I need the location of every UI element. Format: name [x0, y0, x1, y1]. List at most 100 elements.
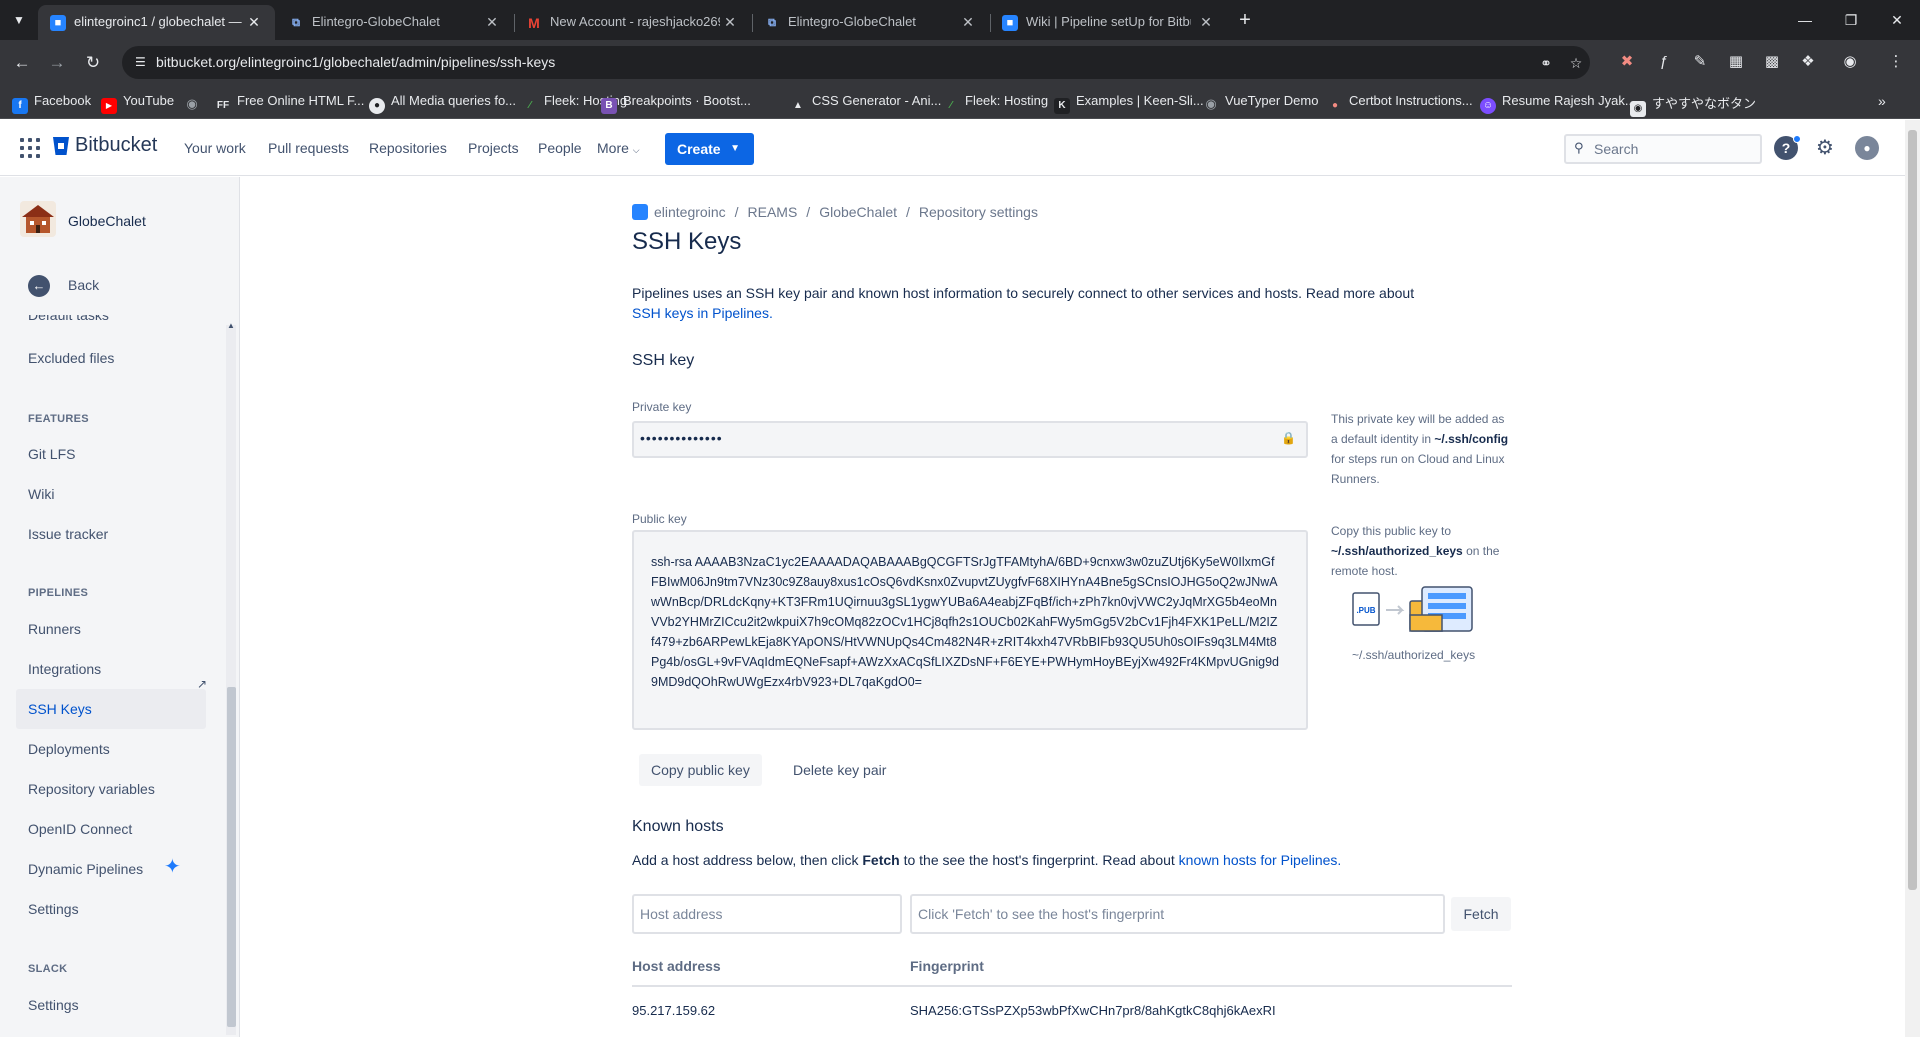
- bookmark-globe[interactable]: ◉: [184, 93, 206, 111]
- bookmark-fleek-hosting-2[interactable]: ⁄ Fleek: Hosting: [943, 93, 1048, 111]
- bookmark-media-queries[interactable]: ● All Media queries fo...: [369, 93, 516, 114]
- nav-your-work[interactable]: Your work: [184, 140, 246, 156]
- nav-people[interactable]: People: [538, 140, 582, 156]
- sidebar-item-openid-connect[interactable]: OpenID Connect: [16, 809, 206, 849]
- bookmark-resume[interactable]: ☺ Resume Rajesh Jyak...: [1480, 93, 1636, 114]
- more-bookmarks-chevron-icon[interactable]: »: [1878, 93, 1886, 111]
- close-window-icon[interactable]: ✕: [1874, 6, 1920, 34]
- breadcrumb-repository[interactable]: GlobeChalet: [819, 204, 897, 220]
- search-input[interactable]: ⚲ Search: [1564, 134, 1762, 164]
- close-tab-icon[interactable]: ✕: [245, 13, 263, 31]
- project-avatar[interactable]: [20, 201, 56, 237]
- tab-search-chevron-icon[interactable]: ▼: [8, 9, 30, 31]
- bookmark-certbot[interactable]: ● Certbot Instructions...: [1327, 93, 1473, 111]
- browser-tab-elintegro-2[interactable]: ⧉ Elintegro-GlobeChalet ✕: [752, 5, 989, 40]
- address-bar[interactable]: ☰ bitbucket.org/elintegroinc1/globechale…: [122, 46, 1590, 79]
- settings-gear-icon[interactable]: ⚙: [1813, 136, 1837, 160]
- bookmark-facebook[interactable]: f Facebook: [12, 93, 91, 114]
- minimize-window-icon[interactable]: —: [1782, 6, 1828, 34]
- restore-window-icon[interactable]: ❐: [1828, 6, 1874, 34]
- create-button[interactable]: Create ▼: [665, 133, 754, 165]
- sidebar-item-dynamic-pipelines[interactable]: Dynamic Pipelines ✦: [16, 849, 206, 889]
- breadcrumb-project[interactable]: REAMS: [748, 204, 798, 220]
- reload-icon[interactable]: ↻: [80, 50, 106, 76]
- app-switcher-grid-icon[interactable]: [20, 138, 40, 158]
- back-arrow-icon[interactable]: ←: [28, 275, 50, 297]
- sidebar-item-integrations[interactable]: Integrations ↗: [16, 649, 207, 691]
- copy-public-key-button[interactable]: Copy public key: [639, 754, 762, 786]
- host-address-input[interactable]: Host address: [632, 894, 902, 934]
- bookmark-free-online-html[interactable]: FF Free Online HTML F...: [215, 93, 365, 111]
- sidebar-item-excluded-files[interactable]: Excluded files: [16, 338, 206, 378]
- sidebar-group-features: FEATURES: [28, 413, 89, 425]
- button-icon: ◉: [1630, 101, 1646, 117]
- product-name[interactable]: Bitbucket: [75, 134, 157, 157]
- sidebar-item-pipeline-settings[interactable]: Settings: [16, 889, 206, 929]
- breadcrumb-repository-settings[interactable]: Repository settings: [919, 204, 1038, 220]
- bookmark-button[interactable]: ◉ すやすやなボタン: [1630, 93, 1756, 117]
- bookmark-css-generator[interactable]: ▲ CSS Generator - Ani...: [790, 93, 941, 111]
- sidebar-item-default-tasks[interactable]: Default tasks: [28, 315, 109, 325]
- extension-pen-icon[interactable]: ✎: [1688, 50, 1712, 74]
- bitbucket-logo-icon[interactable]: [52, 135, 70, 157]
- bookmark-vuetyper[interactable]: ◉ VueTyper Demo: [1203, 93, 1318, 111]
- back-arrow-icon[interactable]: ←: [9, 50, 35, 76]
- nav-more[interactable]: More ⌵: [597, 140, 640, 156]
- browser-tab-bitbucket[interactable]: ■ elintegroinc1 / globechalet — B ✕: [38, 5, 275, 40]
- fingerprint-input[interactable]: Click 'Fetch' to see the host's fingerpr…: [910, 894, 1445, 934]
- sidebar-scrollbar-thumb[interactable]: [227, 687, 236, 1027]
- sidebar-item-runners[interactable]: Runners: [16, 609, 206, 649]
- sidebar-item-wiki[interactable]: Wiki: [16, 474, 206, 514]
- extension-cross-icon[interactable]: ✖: [1615, 50, 1639, 74]
- breadcrumb-workspace[interactable]: elintegroinc: [654, 204, 726, 220]
- nav-repositories[interactable]: Repositories: [369, 140, 447, 156]
- scroll-up-icon[interactable]: ▲: [227, 321, 235, 330]
- sidebar-item-git-lfs[interactable]: Git LFS: [16, 434, 206, 474]
- project-name[interactable]: GlobeChalet: [68, 213, 146, 229]
- fetch-button[interactable]: Fetch: [1451, 897, 1511, 931]
- sidebar-item-issue-tracker[interactable]: Issue tracker: [16, 514, 206, 554]
- extension-qr-icon[interactable]: ▩: [1760, 50, 1784, 74]
- close-tab-icon[interactable]: ✕: [959, 13, 977, 31]
- profile-avatar-icon[interactable]: ◉: [1838, 50, 1862, 74]
- site-info-icon[interactable]: ☰: [135, 54, 151, 70]
- delete-key-pair-button[interactable]: Delete key pair: [781, 754, 898, 786]
- sidebar-item-ssh-keys[interactable]: SSH Keys: [16, 689, 206, 729]
- page-scrollbar-thumb[interactable]: [1908, 130, 1917, 890]
- public-key-field[interactable]: ssh-rsa AAAAB3NzaC1yc2EAAAADAQABAAABgQCG…: [632, 530, 1308, 730]
- back-link[interactable]: Back: [68, 277, 99, 293]
- sidebar-item-repository-variables[interactable]: Repository variables: [16, 769, 206, 809]
- user-avatar[interactable]: ●: [1855, 136, 1879, 160]
- browser-tab-gmail[interactable]: M New Account - rajeshjacko2698 ✕: [514, 5, 751, 40]
- page-scrollbar[interactable]: [1905, 120, 1920, 1037]
- browser-tab-elintegro[interactable]: ⧉ Elintegro-GlobeChalet ✕: [276, 5, 513, 40]
- nav-projects[interactable]: Projects: [468, 140, 519, 156]
- bookmark-star-icon[interactable]: ☆: [1566, 53, 1586, 73]
- bookmark-keen-slider[interactable]: K Examples | Keen-Sli...: [1054, 93, 1204, 114]
- browser-menu-icon[interactable]: ⋮: [1884, 50, 1908, 74]
- column-header-host-address: Host address: [632, 958, 721, 974]
- authorized-keys-illustration: .PUB: [1352, 586, 1473, 632]
- close-tab-icon[interactable]: ✕: [1197, 13, 1215, 31]
- extensions-puzzle-icon[interactable]: ❖: [1796, 50, 1820, 74]
- browser-tab-wiki[interactable]: ■ Wiki | Pipeline setUp for Bitbuck ✕: [990, 5, 1227, 40]
- known-hosts-heading: Known hosts: [632, 818, 724, 835]
- forward-arrow-icon[interactable]: →: [44, 50, 70, 76]
- bookmark-breakpoints[interactable]: B Breakpoints · Bootst...: [601, 93, 751, 114]
- sidebar-item-slack-settings[interactable]: Settings: [16, 985, 206, 1025]
- ssh-keys-docs-link[interactable]: SSH keys in Pipelines.: [632, 305, 773, 321]
- nav-pull-requests[interactable]: Pull requests: [268, 140, 349, 156]
- new-tab-plus-icon[interactable]: +: [1233, 9, 1257, 33]
- extension-grid-icon[interactable]: ▦: [1724, 50, 1748, 74]
- sidebar-item-deployments[interactable]: Deployments: [16, 729, 206, 769]
- close-tab-icon[interactable]: ✕: [721, 13, 739, 31]
- fleek-icon: ⁄: [529, 100, 531, 111]
- browser-toolbar: ← → ↻ ☰ bitbucket.org/elintegroinc1/glob…: [0, 40, 1920, 85]
- bookmark-youtube[interactable]: ▶ YouTube: [101, 93, 174, 114]
- illustration-caption: ~/.ssh/authorized_keys: [1352, 648, 1476, 662]
- password-key-icon[interactable]: ⚭: [1536, 53, 1556, 73]
- known-hosts-docs-link[interactable]: known hosts for Pipelines.: [1179, 852, 1342, 868]
- close-tab-icon[interactable]: ✕: [483, 13, 501, 31]
- private-key-field[interactable]: •••••••••••••• 🔒: [632, 421, 1308, 458]
- extension-fx-icon[interactable]: ƒ: [1652, 50, 1676, 74]
